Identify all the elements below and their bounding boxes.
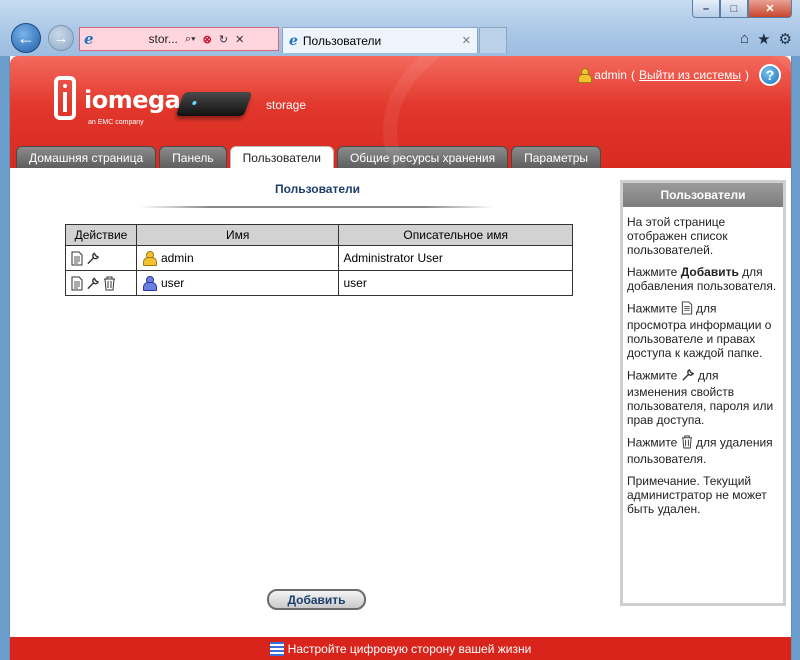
description-cell: Administrator User bbox=[338, 245, 573, 271]
footer-icon bbox=[269, 641, 284, 656]
sidebar-text: Нажмите для изменения свойств пользовате… bbox=[627, 368, 779, 427]
text: Нажмите bbox=[627, 435, 681, 450]
close-icon[interactable]: ✕ bbox=[235, 33, 244, 46]
column-header-action: Действие bbox=[65, 224, 137, 246]
table-header-row: Действие Имя Описательное имя bbox=[65, 224, 573, 246]
wrench-icon[interactable] bbox=[86, 250, 100, 266]
sidebar-text: Нажмите для удаления пользователя. bbox=[627, 435, 779, 466]
home-icon[interactable]: ⌂ bbox=[740, 30, 749, 48]
wrench-icon[interactable] bbox=[86, 275, 100, 291]
document-icon[interactable] bbox=[70, 275, 84, 291]
search-icon[interactable]: ⌕▾ bbox=[185, 33, 196, 46]
help-sidebar: Пользователи На этой странице отображен … bbox=[620, 180, 786, 606]
gear-icon[interactable]: ⚙ bbox=[779, 30, 792, 48]
user-name: user bbox=[160, 276, 185, 290]
minimize-button[interactable]: – bbox=[692, 0, 720, 18]
tab-title: Пользователи bbox=[302, 33, 382, 48]
users-table: Действие Имя Описательное имя admin Admi… bbox=[65, 224, 573, 296]
address-text: stor... bbox=[148, 32, 178, 46]
document-icon[interactable] bbox=[70, 250, 84, 266]
maximize-button[interactable]: □ bbox=[720, 0, 748, 18]
sidebar-title: Пользователи bbox=[623, 183, 783, 207]
user-name: admin bbox=[160, 251, 194, 265]
help-icon[interactable]: ? bbox=[759, 64, 781, 86]
tab-home[interactable]: Домашняя страница bbox=[16, 146, 157, 168]
sidebar-body: На этой странице отображен список пользо… bbox=[623, 207, 783, 516]
name-cell: user bbox=[135, 270, 340, 296]
logo-mark bbox=[54, 76, 76, 120]
device-name: storage bbox=[266, 98, 307, 112]
text-bold: Добавить bbox=[680, 265, 739, 279]
user-gold-icon bbox=[578, 68, 593, 83]
trash-icon bbox=[681, 435, 693, 452]
user-bar: admin ( Выйти из системы) ? bbox=[578, 64, 781, 86]
add-user-button[interactable]: Добавить bbox=[267, 589, 366, 610]
window-controls: – □ ✕ bbox=[692, 0, 792, 18]
back-button[interactable]: ← bbox=[11, 23, 41, 53]
tab-settings[interactable]: Параметры bbox=[511, 146, 602, 168]
refresh-icon[interactable]: ↻ bbox=[219, 33, 228, 46]
tab-shares[interactable]: Общие ресурсы хранения bbox=[336, 146, 509, 168]
text: Нажмите bbox=[627, 265, 681, 279]
sidebar-text: Нажмите Добавить для добавления пользова… bbox=[627, 265, 779, 293]
favorites-star-icon[interactable]: ★ bbox=[757, 30, 770, 48]
footer-text: Настройте цифровую сторону вашей жизни bbox=[287, 641, 532, 656]
logo-tag: an EMC company bbox=[88, 119, 144, 126]
forward-button[interactable]: → bbox=[48, 25, 74, 51]
sidebar-text: Примечание. Текущий администратор не мож… bbox=[627, 474, 767, 516]
sidebar-text: Нажмите для просмотра информации о польз… bbox=[627, 301, 779, 360]
document-icon bbox=[681, 301, 693, 318]
tab-dashboard[interactable]: Панель bbox=[159, 146, 227, 168]
device-image bbox=[175, 92, 253, 116]
trash-icon[interactable] bbox=[102, 275, 116, 291]
browser-tools: ⌂ ★ ⚙ bbox=[740, 30, 792, 48]
current-user: admin bbox=[594, 68, 627, 82]
column-header-name: Имя bbox=[135, 224, 340, 246]
action-cell bbox=[65, 245, 137, 271]
footer: Настройте цифровую сторону вашей жизни bbox=[10, 637, 791, 660]
ie-icon: e bbox=[84, 30, 94, 48]
user-blue-icon bbox=[142, 276, 157, 291]
page-title: Пользователи bbox=[274, 182, 361, 196]
address-bar[interactable]: e stor... ⌕▾ ⊗ ↻ ✕ bbox=[79, 27, 279, 51]
column-header-description: Описательное имя bbox=[338, 224, 573, 246]
description-cell: user bbox=[338, 270, 573, 296]
main-nav: Домашняя страница Панель Пользователи Об… bbox=[16, 146, 602, 168]
close-window-button[interactable]: ✕ bbox=[748, 0, 792, 18]
logout-link[interactable]: Выйти из системы bbox=[639, 68, 741, 82]
new-tab-button[interactable] bbox=[479, 27, 507, 53]
logo-word: iomega bbox=[84, 86, 181, 114]
title-divider bbox=[140, 206, 495, 208]
logout-open-paren: ( bbox=[630, 68, 635, 82]
header-banner: iomega an EMC company storage admin ( Вый… bbox=[10, 56, 791, 168]
tab-users[interactable]: e Пользователи ✕ bbox=[282, 27, 478, 53]
page: iomega an EMC company storage admin ( Вый… bbox=[9, 56, 792, 660]
text: Нажмите bbox=[627, 368, 681, 383]
text: Нажмите bbox=[627, 301, 681, 316]
tab-users-active[interactable]: Пользователи bbox=[229, 146, 334, 168]
user-gold-icon bbox=[142, 251, 157, 266]
name-cell: admin bbox=[135, 245, 340, 271]
action-cell bbox=[65, 270, 137, 296]
table-row: admin Administrator User bbox=[65, 245, 573, 271]
browser-chrome: – □ ✕ ← → e stor... ⌕▾ ⊗ ↻ ✕ e Пользоват… bbox=[0, 0, 800, 56]
sidebar-text: На этой странице отображен список пользо… bbox=[627, 215, 728, 257]
tab-close-icon[interactable]: ✕ bbox=[462, 34, 471, 47]
logout-close-paren: ) bbox=[745, 68, 749, 82]
table-row: user user bbox=[65, 270, 573, 296]
ie-icon: e bbox=[289, 32, 298, 49]
wrench-icon bbox=[681, 368, 695, 385]
stop-icon[interactable]: ⊗ bbox=[203, 33, 212, 46]
